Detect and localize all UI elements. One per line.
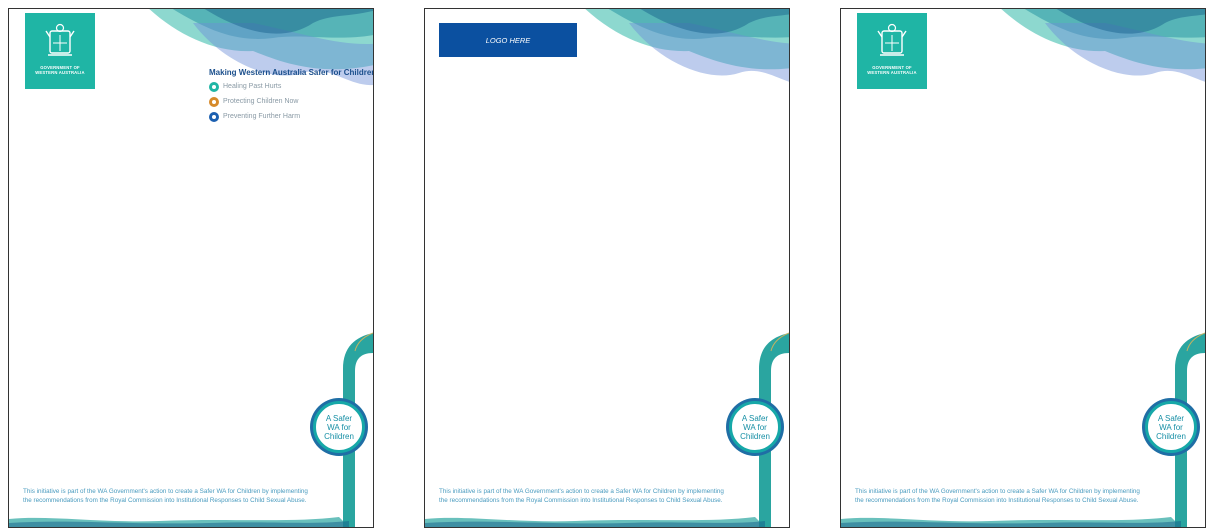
badge-line1: A Safer — [325, 413, 353, 423]
tagline-item: Protecting Children Now — [209, 95, 300, 108]
protecting-icon — [209, 96, 219, 107]
badge-line3: Children — [1156, 431, 1186, 441]
tagline-item: Preventing Further Harm — [209, 110, 300, 123]
gov-logo-line2: WESTERN AUSTRALIA — [35, 70, 85, 75]
badge-line3: Children — [324, 431, 354, 441]
tagline-item-label: Healing Past Hurts — [223, 83, 282, 90]
footer-line2: the recommendations from the Royal Commi… — [855, 497, 1139, 504]
tagline-item: Healing Past Hurts — [209, 80, 300, 93]
tagline-item-label: Preventing Further Harm — [223, 113, 301, 120]
gov-logo-line2: WESTERN AUSTRALIA — [867, 70, 917, 75]
footer-text: This initiative is part of the WA Govern… — [23, 487, 343, 505]
bottom-wave — [425, 517, 765, 527]
badge-line3: Children — [740, 431, 770, 441]
letterhead-page-1: GOVERNMENT OF WESTERN AUSTRALIA Making W… — [8, 8, 374, 528]
healing-icon — [209, 81, 219, 92]
wa-crest-icon — [45, 23, 75, 56]
bottom-wave — [841, 517, 1181, 527]
footer-line2: the recommendations from the Royal Commi… — [23, 497, 307, 504]
bottom-wave — [9, 517, 349, 527]
preventing-icon — [209, 111, 219, 122]
logo-placeholder: LOGO HERE — [439, 23, 577, 57]
badge-line2: WA for — [743, 422, 767, 432]
footer-text: This initiative is part of the WA Govern… — [855, 487, 1175, 505]
footer-text: This initiative is part of the WA Govern… — [439, 487, 759, 505]
safer-wa-badge: A Safer WA for Children — [729, 401, 781, 453]
gov-wa-logo: GOVERNMENT OF WESTERN AUSTRALIA — [25, 13, 95, 89]
badge-line1: A Safer — [1157, 413, 1185, 423]
footer-line1: This initiative is part of the WA Govern… — [439, 488, 724, 495]
safer-wa-badge: A Safer WA for Children — [1145, 401, 1197, 453]
badge-line2: WA for — [1159, 422, 1183, 432]
letterhead-page-2: LOGO HERE A Safer WA for Children This i… — [424, 8, 790, 528]
footer-line2: the recommendations from the Royal Commi… — [439, 497, 723, 504]
badge-line2: WA for — [327, 422, 351, 432]
tagline-title: Making Western Australia Safer for Child… — [209, 68, 374, 77]
gov-wa-logo: GOVERNMENT OF WESTERN AUSTRALIA — [857, 13, 927, 89]
safer-wa-badge: A Safer WA for Children — [313, 401, 365, 453]
footer-line1: This initiative is part of the WA Govern… — [23, 488, 308, 495]
watercolour-wash — [1001, 9, 1205, 82]
badge-line1: A Safer — [741, 413, 769, 423]
tagline-item-label: Protecting Children Now — [223, 98, 299, 105]
footer-line1: This initiative is part of the WA Govern… — [855, 488, 1140, 495]
tagline-list: Healing Past Hurts Protecting Children N… — [209, 80, 300, 125]
wa-crest-icon — [877, 23, 907, 56]
letterhead-page-3: GOVERNMENT OF WESTERN AUSTRALIA A Safer … — [840, 8, 1206, 528]
